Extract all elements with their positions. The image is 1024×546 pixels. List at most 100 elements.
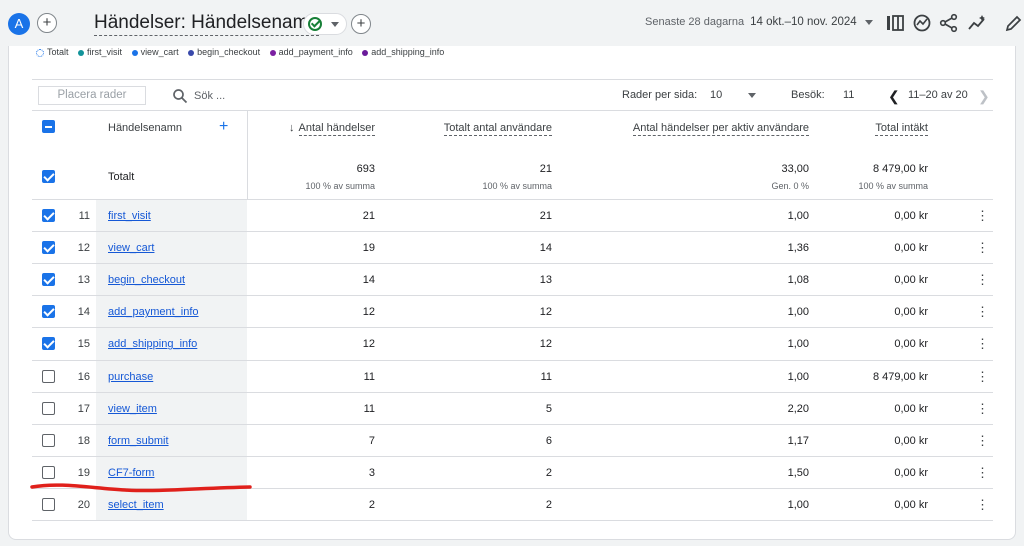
page-title[interactable]: Händelser: Händelsenamn xyxy=(94,12,319,36)
report-status-dropdown[interactable] xyxy=(303,13,347,35)
more-vert-icon[interactable]: ⋮ xyxy=(976,337,989,350)
event-count-cell: 7 xyxy=(368,434,375,447)
events-per-user-header[interactable]: Antal händelser per aktiv användare xyxy=(590,122,809,136)
more-vert-icon[interactable]: ⋮ xyxy=(976,402,989,415)
table-row[interactable]: 16 purchase 11 11 1,00 8 479,00 kr ⋮ xyxy=(32,359,993,392)
event-name-link[interactable]: view_cart xyxy=(108,242,154,254)
dimension-header[interactable]: Händelsenamn xyxy=(108,122,182,134)
total-users-header[interactable]: Totalt antal användare xyxy=(402,122,552,136)
legend-item-add-shipping-info[interactable]: add_shipping_info xyxy=(362,47,444,57)
total-users-cell: 6 xyxy=(545,434,552,447)
events-per-user-cell: 1,00 xyxy=(787,306,809,319)
table-row[interactable]: 14 add_payment_info 12 12 1,00 0,00 kr ⋮ xyxy=(32,295,993,327)
events-per-user-cell: 1,00 xyxy=(787,338,809,351)
total-users-cell: 2 xyxy=(545,498,552,511)
table-row[interactable]: 11 first_visit 21 21 1,00 0,00 kr ⋮ xyxy=(32,199,993,231)
trend-sparkle-icon[interactable] xyxy=(966,12,988,34)
row-checkbox[interactable] xyxy=(42,209,55,222)
date-range-picker[interactable]: Senaste 28 dagarna 14 okt.–10 nov. 2024 xyxy=(645,16,873,28)
insights-icon[interactable] xyxy=(911,12,933,34)
event-count-header[interactable]: ↓ Antal händelser xyxy=(270,122,375,136)
add-filter-button[interactable]: + xyxy=(351,14,371,34)
place-rows-button[interactable]: Placera rader xyxy=(38,86,146,105)
more-vert-icon[interactable]: ⋮ xyxy=(976,370,989,383)
event-name-link[interactable]: purchase xyxy=(108,371,153,383)
more-vert-icon[interactable]: ⋮ xyxy=(976,273,989,286)
legend-item-total[interactable]: Totalt xyxy=(36,47,69,57)
check-circle-icon xyxy=(308,17,322,31)
more-vert-icon[interactable]: ⋮ xyxy=(976,466,989,479)
share-icon[interactable] xyxy=(938,12,960,34)
events-per-user-cell: 1,00 xyxy=(787,370,809,383)
total-users-cell: 12 xyxy=(539,338,552,351)
row-checkbox[interactable] xyxy=(42,241,55,255)
event-name-link[interactable]: select_item xyxy=(108,499,164,511)
select-all-checkbox[interactable] xyxy=(42,120,55,133)
more-vert-icon[interactable]: ⋮ xyxy=(976,434,989,447)
legend-item-view-cart[interactable]: view_cart xyxy=(131,47,179,57)
events-per-user-cell: 1,17 xyxy=(787,434,809,447)
more-vert-icon[interactable]: ⋮ xyxy=(976,498,989,511)
totals-checkbox[interactable] xyxy=(42,170,55,183)
row-checkbox[interactable] xyxy=(42,305,55,319)
total-revenue-header[interactable]: Total intäkt xyxy=(840,122,928,136)
more-vert-icon[interactable]: ⋮ xyxy=(976,241,989,254)
total-event-count-share: 100 % av summa xyxy=(305,181,375,191)
customize-report-icon[interactable] xyxy=(884,12,906,34)
event-name-link[interactable]: CF7-form xyxy=(108,467,154,479)
event-name-link[interactable]: begin_checkout xyxy=(108,274,185,286)
row-checkbox[interactable] xyxy=(42,497,55,511)
row-index: 14 xyxy=(77,306,90,319)
total-revenue-cell: 0,00 kr xyxy=(894,402,928,415)
event-name-link[interactable]: first_visit xyxy=(108,210,151,222)
event-name-link[interactable]: add_payment_info xyxy=(108,306,199,318)
event-name-link[interactable]: add_shipping_info xyxy=(108,338,197,350)
legend-item-begin-checkout[interactable]: begin_checkout xyxy=(188,47,260,57)
total-users-cell: 12 xyxy=(539,306,552,319)
row-index: 16 xyxy=(77,370,90,383)
legend-item-first-visit[interactable]: first_visit xyxy=(78,47,122,57)
edit-pencil-icon[interactable] xyxy=(1003,12,1024,34)
table-row[interactable]: 13 begin_checkout 14 13 1,08 0,00 kr ⋮ xyxy=(32,263,993,295)
divider xyxy=(32,520,993,521)
event-name-link[interactable]: form_submit xyxy=(108,435,169,447)
events-per-user-cell: 2,20 xyxy=(787,402,809,415)
total-users-share: 100 % av summa xyxy=(482,181,552,191)
previous-page-icon[interactable]: ❮ xyxy=(888,89,900,103)
rows-per-page-select[interactable]: 10 xyxy=(710,89,722,101)
event-count-cell: 12 xyxy=(362,306,375,319)
table-row[interactable]: 15 add_shipping_info 12 12 1,00 0,00 kr ⋮ xyxy=(32,327,993,359)
row-checkbox[interactable] xyxy=(42,401,55,415)
table-row[interactable]: 19 CF7-form 3 2 1,50 0,00 kr ⋮ xyxy=(32,455,993,488)
events-per-user-cell: 1,50 xyxy=(787,466,809,479)
next-page-icon[interactable]: ❯ xyxy=(978,89,990,103)
row-checkbox[interactable] xyxy=(42,273,55,287)
add-dimension-icon[interactable]: + xyxy=(219,119,228,135)
more-vert-icon[interactable]: ⋮ xyxy=(976,305,989,318)
dotted-circle-icon xyxy=(36,48,44,57)
add-comparison-button[interactable]: + xyxy=(37,13,57,33)
more-vert-icon[interactable]: ⋮ xyxy=(976,209,989,222)
row-checkbox[interactable] xyxy=(42,433,55,447)
event-count-cell: 21 xyxy=(362,210,375,222)
row-checkbox[interactable] xyxy=(42,369,55,383)
report-header: A + Händelser: Händelsenamn + Senaste 28… xyxy=(0,0,1024,46)
table-row[interactable]: 12 view_cart 19 14 1,36 0,00 kr ⋮ xyxy=(32,231,993,263)
total-revenue-cell: 0,00 kr xyxy=(894,306,928,319)
table-row[interactable]: 20 select_item 2 2 1,00 0,00 kr ⋮ xyxy=(32,487,993,520)
legend-item-add-payment-info[interactable]: add_payment_info xyxy=(269,47,353,57)
avatar[interactable]: A xyxy=(8,13,30,35)
events-per-user-cell: 1,08 xyxy=(787,274,809,287)
row-checkbox[interactable] xyxy=(42,337,55,351)
total-users-cell: 21 xyxy=(539,210,552,222)
total-revenue: 8 479,00 kr xyxy=(872,163,928,175)
table-row[interactable]: 17 view_item 11 5 2,20 0,00 kr ⋮ xyxy=(32,391,993,424)
search-input[interactable] xyxy=(194,87,394,105)
column-divider xyxy=(247,111,248,199)
row-checkbox[interactable] xyxy=(42,465,55,479)
chevron-down-icon[interactable] xyxy=(748,93,756,98)
series-dot-icon xyxy=(362,49,369,56)
row-index: 15 xyxy=(77,338,90,351)
table-row[interactable]: 18 form_submit 7 6 1,17 0,00 kr ⋮ xyxy=(32,423,993,456)
event-name-link[interactable]: view_item xyxy=(108,403,157,415)
